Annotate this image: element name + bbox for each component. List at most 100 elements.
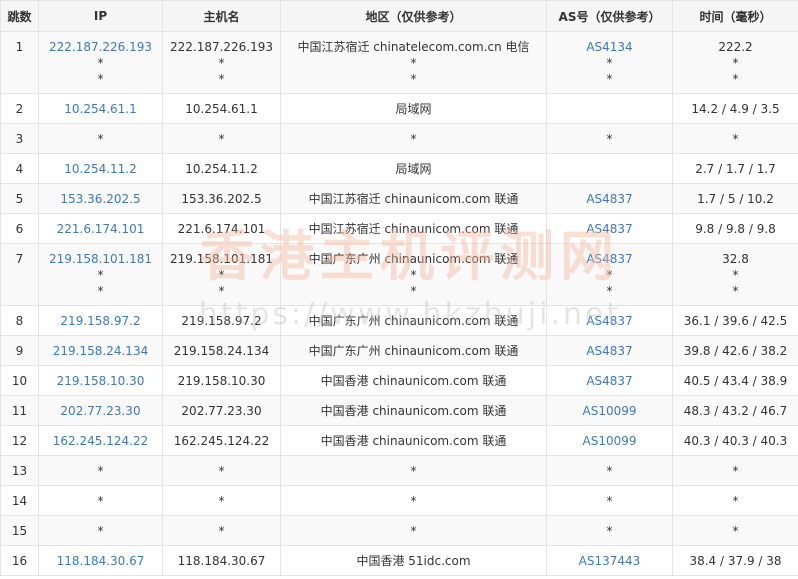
time-value: *	[732, 284, 739, 298]
time-cell: 36.1 / 39.6 / 42.5	[672, 305, 798, 336]
header-region: 地区（仅供参考）	[280, 0, 547, 32]
time-value: 32.8	[722, 252, 749, 266]
region-value: 局域网	[395, 102, 432, 116]
hop-cell: 4	[0, 153, 39, 184]
as-cell: *	[546, 455, 673, 486]
ip-value-link[interactable]: 10.254.11.2	[39, 161, 162, 177]
hop-number: 5	[15, 192, 24, 206]
ip-value-link[interactable]: 162.245.124.22	[39, 433, 162, 449]
host-value: *	[218, 72, 225, 86]
hop-number: 15	[11, 524, 28, 538]
hostname-cell: 10.254.11.2	[162, 153, 281, 184]
as-value-link[interactable]: AS4837	[547, 251, 672, 267]
header-time: 时间（毫秒）	[672, 0, 798, 32]
as-value: *	[606, 268, 613, 282]
as-value-link[interactable]: AS10099	[547, 433, 672, 449]
as-value-link[interactable]: AS10099	[547, 403, 672, 419]
table-row: 4 10.254.11.2 10.254.11.2 局域网 2.7 / 1.7 / 1.…	[0, 153, 798, 184]
as-value: *	[606, 56, 613, 70]
as-value-link[interactable]: AS4837	[547, 343, 672, 359]
ip-value-link[interactable]: 118.184.30.67	[39, 553, 162, 569]
as-cell: AS4837 * *	[546, 243, 673, 306]
as-cell: *	[546, 123, 673, 154]
hostname-cell: *	[162, 515, 281, 546]
ip-value-link[interactable]: 202.77.23.30	[39, 403, 162, 419]
ip-value-link[interactable]: 10.254.61.1	[39, 101, 162, 117]
time-value: *	[732, 72, 739, 86]
table-row: 11 202.77.23.30 202.77.23.30 中国香港 chinaunic…	[0, 395, 798, 426]
ip-value: *	[97, 524, 104, 538]
ip-value-link[interactable]: 222.187.226.193	[39, 39, 162, 55]
region-value: 中国江苏宿迁 chinatelecom.com.cn 电信	[297, 40, 530, 54]
region-value: 局域网	[395, 162, 432, 176]
hop-cell: 9	[0, 335, 39, 366]
header-as: AS号（仅供参考）	[546, 0, 673, 32]
hop-cell: 5	[0, 183, 39, 214]
region-cell: 中国广东广州 chinaunicom.com 联通 * *	[280, 243, 547, 306]
hostname-cell: 153.36.202.5	[162, 183, 281, 214]
hop-cell: 16	[0, 545, 39, 576]
ip-cell: *	[38, 455, 163, 486]
ip-value: *	[97, 284, 104, 298]
host-value: *	[218, 464, 225, 478]
host-value: *	[218, 524, 225, 538]
region-cell: 中国江苏宿迁 chinaunicom.com 联通	[280, 213, 547, 244]
ip-value-link[interactable]: 221.6.174.101	[39, 221, 162, 237]
region-value: 中国江苏宿迁 chinaunicom.com 联通	[308, 192, 519, 206]
as-cell: *	[546, 515, 673, 546]
ip-value-link[interactable]: 153.36.202.5	[39, 191, 162, 207]
table-row: 14 * * * * *	[0, 485, 798, 516]
table-header-row: 跳数 IP 主机名 地区（仅供参考） AS号（仅供参考） 时间（毫秒）	[0, 0, 798, 32]
region-value: 中国香港 chinaunicom.com 联通	[320, 404, 507, 418]
as-value: *	[606, 72, 613, 86]
host-value: *	[218, 132, 225, 146]
ip-value-link[interactable]: 219.158.10.30	[39, 373, 162, 389]
ip-cell: 153.36.202.5	[38, 183, 163, 214]
as-cell: AS10099	[546, 425, 673, 456]
time-cell: 9.8 / 9.8 / 9.8	[672, 213, 798, 244]
time-value: 40.3 / 40.3 / 40.3	[683, 434, 788, 448]
as-cell: AS4837	[546, 183, 673, 214]
ip-value-link[interactable]: 219.158.101.181	[39, 251, 162, 267]
table-row: 8 219.158.97.2 219.158.97.2 中国广东广州 chinauni…	[0, 305, 798, 336]
hop-number: 16	[11, 554, 28, 568]
time-cell: 222.2 * *	[672, 31, 798, 94]
as-value-link[interactable]: AS4837	[547, 191, 672, 207]
host-value: 153.36.202.5	[181, 192, 262, 206]
time-cell: *	[672, 515, 798, 546]
as-value-link[interactable]: AS137443	[547, 553, 672, 569]
as-value-link[interactable]: AS4837	[547, 313, 672, 329]
time-value: 222.2	[718, 40, 753, 54]
region-cell: *	[280, 455, 547, 486]
region-cell: 中国香港 chinaunicom.com 联通	[280, 395, 547, 426]
table-row: 7 219.158.101.181 * * 219.158.101.181 * * 中国广东广…	[0, 243, 798, 306]
as-value-link[interactable]: AS4134	[547, 39, 672, 55]
table-row: 9 219.158.24.134 219.158.24.134 中国广东广州 chin…	[0, 335, 798, 366]
table-row: 3 * * * * *	[0, 123, 798, 154]
as-cell: AS4837	[546, 335, 673, 366]
as-cell: AS4134 * *	[546, 31, 673, 94]
host-value: 202.77.23.30	[181, 404, 262, 418]
time-cell: *	[672, 485, 798, 516]
ip-value-link[interactable]: 219.158.24.134	[39, 343, 162, 359]
time-value: 36.1 / 39.6 / 42.5	[683, 314, 788, 328]
hostname-cell: 219.158.101.181 * *	[162, 243, 281, 306]
time-value: 39.8 / 42.6 / 38.2	[683, 344, 788, 358]
time-cell: 48.3 / 43.2 / 46.7	[672, 395, 798, 426]
host-value: 10.254.61.1	[185, 102, 258, 116]
hop-cell: 13	[0, 455, 39, 486]
hop-number: 8	[15, 314, 24, 328]
ip-value-link[interactable]: 219.158.97.2	[39, 313, 162, 329]
as-value-link[interactable]: AS4837	[547, 221, 672, 237]
table-row: 12 162.245.124.22 162.245.124.22 中国香港 china…	[0, 425, 798, 456]
host-value: 162.245.124.22	[173, 434, 270, 448]
as-cell	[546, 153, 673, 184]
region-value: *	[410, 268, 417, 282]
time-value: 40.5 / 43.4 / 38.9	[683, 374, 788, 388]
hop-cell: 8	[0, 305, 39, 336]
hostname-cell: 162.245.124.22	[162, 425, 281, 456]
as-value-link[interactable]: AS4837	[547, 373, 672, 389]
time-value: *	[732, 524, 739, 538]
host-value: 219.158.97.2	[181, 314, 262, 328]
header-ip: IP	[38, 0, 163, 32]
